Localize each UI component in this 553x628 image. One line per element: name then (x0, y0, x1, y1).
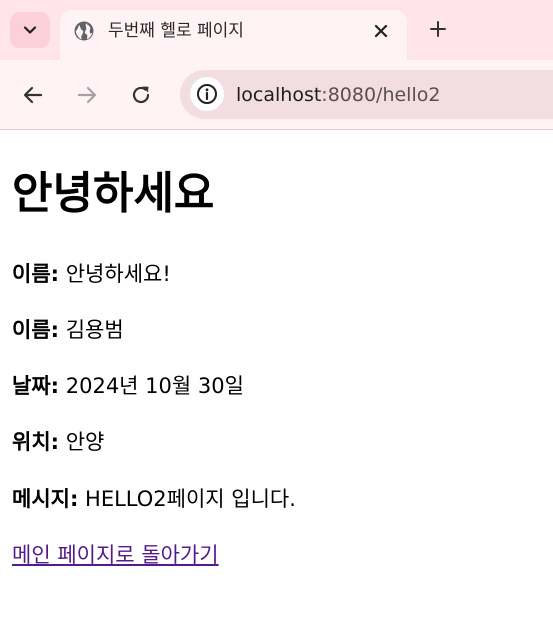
row-value: 안양 (65, 430, 105, 454)
reload-button[interactable] (128, 82, 154, 108)
row-value: 안녕하세요! (65, 262, 171, 286)
back-button[interactable] (20, 82, 46, 108)
address-bar[interactable]: localhost:8080/hello2 (180, 70, 553, 119)
reload-icon (132, 86, 150, 104)
close-tab-button[interactable] (369, 19, 393, 43)
tab-strip: 두번째 헬로 페이지 (0, 0, 553, 60)
row-value: 김용범 (65, 318, 124, 342)
plus-icon (430, 21, 446, 37)
row-label: 위치: (12, 430, 60, 454)
site-info-button[interactable] (190, 77, 224, 111)
row-value: HELLO2페이지 입니다. (85, 487, 296, 511)
row-label: 메시지: (12, 487, 79, 511)
arrow-left-icon (23, 86, 43, 104)
row-value: 2024년 10월 30일 (65, 374, 244, 398)
url-text[interactable]: localhost:8080/hello2 (236, 83, 440, 107)
url-path: :8080/hello2 (321, 84, 441, 106)
tab-active[interactable]: 두번째 헬로 페이지 (60, 10, 407, 60)
browser-toolbar: localhost:8080/hello2 (0, 60, 553, 130)
tab-title: 두번째 헬로 페이지 (108, 21, 244, 41)
browser-chrome: 두번째 헬로 페이지 localhost:8080/hello2 (0, 0, 553, 130)
info-row-name-2: 이름: 김용범 (12, 316, 124, 344)
info-icon (197, 84, 217, 104)
arrow-right-icon (77, 86, 97, 104)
forward-button[interactable] (74, 82, 100, 108)
row-label: 날짜: (12, 374, 60, 398)
tab-search-button[interactable] (10, 12, 50, 48)
info-row-message: 메시지: HELLO2페이지 입니다. (12, 485, 296, 513)
new-tab-button[interactable] (425, 16, 451, 42)
url-host: localhost (236, 84, 322, 106)
chevron-down-icon (23, 26, 37, 34)
row-label: 이름: (12, 262, 60, 286)
page-content: 안녕하세요 이름: 안녕하세요! 이름: 김용범 날짜: 2024년 10월 3… (0, 130, 553, 628)
info-row-location: 위치: 안양 (12, 428, 104, 456)
info-row-date: 날짜: 2024년 10월 30일 (12, 372, 244, 400)
back-to-main-link[interactable]: 메인 페이지로 돌아가기 (12, 541, 219, 569)
row-label: 이름: (12, 318, 60, 342)
globe-icon (74, 21, 94, 41)
close-icon (374, 24, 388, 38)
page-heading: 안녕하세요 (12, 168, 215, 219)
info-row-name-1: 이름: 안녕하세요! (12, 260, 171, 288)
